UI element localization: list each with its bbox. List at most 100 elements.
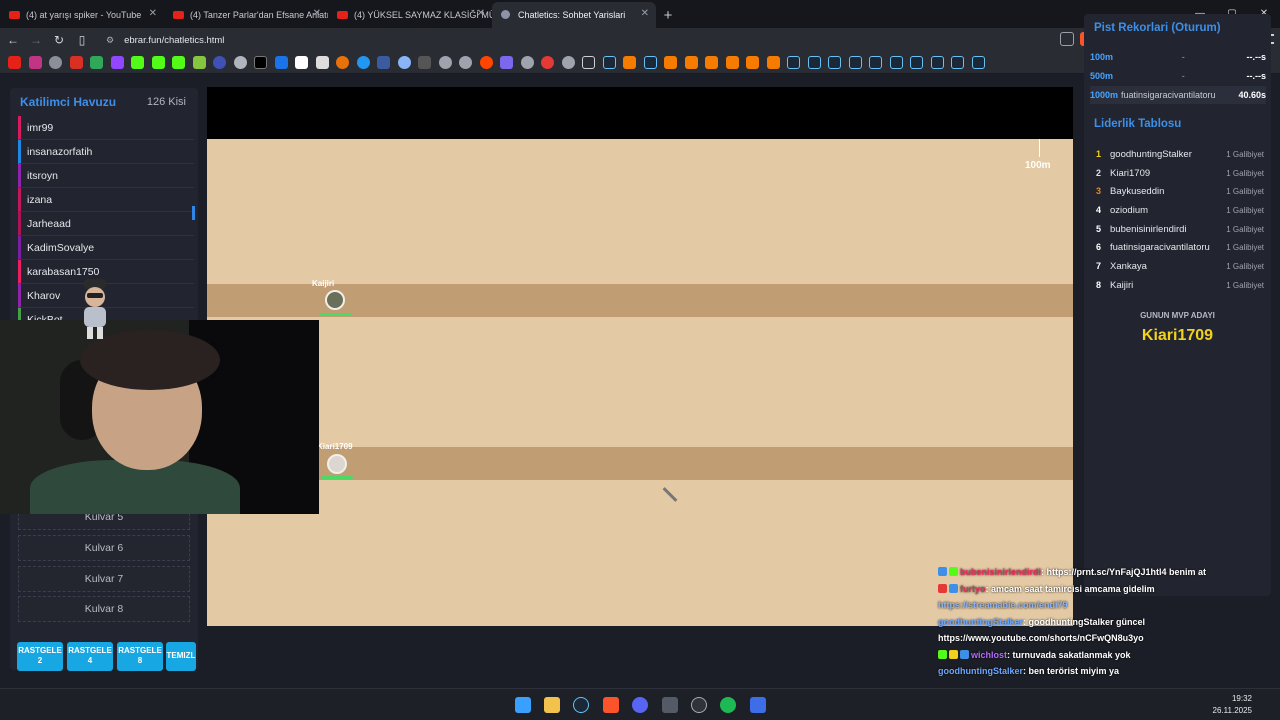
participant-row[interactable]: insanazorfatih <box>18 140 194 164</box>
steam-icon[interactable] <box>889 56 903 69</box>
windows-start-icon[interactable] <box>515 697 531 713</box>
steam-icon[interactable] <box>971 56 985 69</box>
kick-icon[interactable] <box>151 56 165 69</box>
leaderboard-row[interactable]: 1 goodhuntingStalker 1 Galibiyet <box>1096 145 1264 163</box>
lane-slot[interactable]: Kulvar 7 <box>18 566 190 592</box>
new-tab-button[interactable]: + <box>656 2 680 28</box>
steam-icon[interactable] <box>848 56 862 69</box>
clear-button[interactable]: TEMIZL <box>166 642 196 671</box>
bookmark-icon[interactable] <box>356 56 370 69</box>
instagram-icon[interactable] <box>28 56 42 69</box>
browser-tab[interactable]: (4) YÜKSEL SAYMAZ KLASİĞİ MÜKEM✕ <box>328 2 492 28</box>
app-icon[interactable] <box>750 697 766 713</box>
bookmark-icon[interactable] <box>684 56 698 69</box>
forward-icon[interactable]: → <box>26 30 46 50</box>
lane-slot[interactable]: Kulvar 8 <box>18 596 190 622</box>
close-tab-icon[interactable]: ✕ <box>313 8 321 19</box>
random-4-button[interactable]: RASTGELE 4 <box>67 642 113 671</box>
gmail-icon[interactable] <box>69 56 83 69</box>
app-icon[interactable] <box>662 697 678 713</box>
chat-message: https://streamable.com/endi79 <box>938 600 1068 610</box>
bookmark-icon[interactable] <box>746 56 759 69</box>
folder-icon[interactable] <box>582 56 595 69</box>
bookmark-icon[interactable] <box>766 56 780 69</box>
bookmark-icon[interactable] <box>49 56 62 69</box>
bookmark-icon[interactable] <box>520 56 534 69</box>
patreon-icon[interactable] <box>295 56 308 69</box>
file-explorer-icon[interactable] <box>544 697 560 713</box>
steam-icon[interactable] <box>787 56 800 69</box>
kick-icon[interactable] <box>131 56 144 69</box>
reload-icon[interactable]: ↻ <box>49 30 69 50</box>
bookmark-icon[interactable] <box>233 56 247 69</box>
bookmark-icon[interactable] <box>274 56 288 69</box>
bookmark-icon[interactable] <box>213 56 226 69</box>
site-info-icon[interactable]: ⚙ <box>106 35 114 46</box>
close-tab-icon[interactable]: ✕ <box>641 8 649 19</box>
steam-icon[interactable] <box>869 56 882 69</box>
close-tab-icon[interactable]: ✕ <box>149 8 157 19</box>
kick-icon[interactable] <box>172 56 185 69</box>
bookmark-icon[interactable] <box>397 56 411 69</box>
steam-icon[interactable] <box>807 56 821 69</box>
amazon-icon[interactable] <box>315 56 329 69</box>
participant-row[interactable]: itsroyn <box>18 164 194 188</box>
browser-tab[interactable]: (4) Tanzer Parlar'dan Efsane Anlatım ✕ <box>164 2 328 28</box>
random-2-button[interactable]: RASTGELE 2 <box>17 642 63 671</box>
youtube-icon[interactable] <box>8 56 21 69</box>
bookmark-icon[interactable] <box>336 56 349 69</box>
steam-icon[interactable] <box>643 56 657 69</box>
bookmark-icon[interactable] <box>418 56 431 69</box>
bookmark-icon[interactable] <box>705 56 718 69</box>
lane-slot[interactable]: Kulvar 6 <box>18 535 190 561</box>
leaderboard-row[interactable]: 5 bubenisinirlendirdi 1 Galibiyet <box>1096 220 1264 238</box>
bookmark-icon[interactable] <box>192 56 206 69</box>
bookmark-icon[interactable] <box>664 56 677 69</box>
leaderboard-row[interactable]: 2 Kiari1709 1 Galibiyet <box>1096 164 1264 182</box>
bookmark-icon[interactable]: ▯ <box>72 30 92 50</box>
x-icon[interactable] <box>254 56 267 69</box>
share-icon[interactable] <box>1060 32 1074 46</box>
obs-icon[interactable] <box>691 697 707 713</box>
bookmark-icon[interactable] <box>459 56 472 69</box>
race-track: 100m Kaijiri Kiari1709 <box>207 87 1073 626</box>
participant-row[interactable]: imr99 <box>18 116 194 140</box>
bookmark-icon[interactable] <box>541 56 554 69</box>
spotify-icon[interactable] <box>720 697 736 713</box>
brave-icon[interactable] <box>603 697 619 713</box>
steam-icon[interactable] <box>910 56 923 69</box>
participant-row[interactable]: izana <box>18 188 194 212</box>
leaderboard-row[interactable]: 7 Xankaya 1 Galibiyet <box>1096 257 1264 275</box>
system-clock[interactable]: 19:32 26.11.2025 <box>1213 693 1252 717</box>
taskbar: 19:32 26.11.2025 <box>0 688 1280 720</box>
steam-icon[interactable] <box>573 697 589 713</box>
browser-tab[interactable]: (4) at yarışı spiker - YouTube ✕ <box>0 2 164 28</box>
drive-icon[interactable] <box>90 56 103 69</box>
scrollbar-thumb[interactable] <box>192 206 195 220</box>
bookmark-icon[interactable] <box>561 56 575 69</box>
participant-row[interactable]: KadimSovalye <box>18 236 194 260</box>
runner-name: Kiari1709 <box>317 442 353 451</box>
bookmark-icon[interactable] <box>377 56 390 69</box>
leaderboard-row[interactable]: 8 Kaijiri 1 Galibiyet <box>1096 276 1264 294</box>
close-tab-icon[interactable]: ✕ <box>477 8 485 19</box>
discord-icon[interactable] <box>632 697 648 713</box>
steam-icon[interactable] <box>602 56 616 69</box>
bookmark-icon[interactable] <box>500 56 513 69</box>
leaderboard-row[interactable]: 4 oziodium 1 Galibiyet <box>1096 201 1264 219</box>
leaderboard-row[interactable]: 3 Baykuseddin 1 Galibiyet <box>1096 182 1264 200</box>
reddit-icon[interactable] <box>479 56 493 69</box>
url-field[interactable]: ⚙ ebrar.fun/chatletics.html <box>106 35 224 46</box>
random-8-button[interactable]: RASTGELE 8 <box>117 642 163 671</box>
twitch-icon[interactable] <box>110 56 124 69</box>
steam-icon[interactable] <box>828 56 841 69</box>
participant-row[interactable]: Jarheaad <box>18 212 194 236</box>
back-icon[interactable]: ← <box>3 30 23 50</box>
bookmark-icon[interactable] <box>725 56 739 69</box>
bookmark-icon[interactable] <box>438 56 452 69</box>
bookmark-icon[interactable] <box>623 56 636 69</box>
steam-icon[interactable] <box>951 56 964 69</box>
steam-icon[interactable] <box>930 56 944 69</box>
leaderboard-row[interactable]: 6 fuatinsigaracivantilatoru 1 Galibiyet <box>1096 238 1264 256</box>
browser-tab-active[interactable]: Chatletics: Sohbet Yarislari ✕ <box>492 2 656 28</box>
